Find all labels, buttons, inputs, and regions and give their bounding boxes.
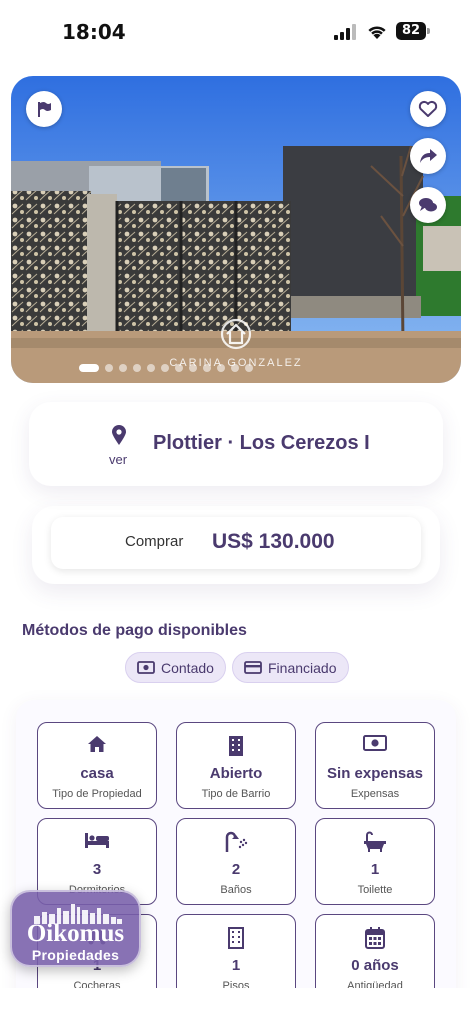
location-title: Plottier · Los Cerezos I xyxy=(153,432,370,454)
feature-value: Sin expensas xyxy=(327,765,423,782)
feature-value: 2 xyxy=(231,861,241,878)
carousel-dot[interactable] xyxy=(245,364,253,372)
price-section: Comprar US$ 130.000 xyxy=(32,506,440,584)
status-bar: 18:04 82 xyxy=(0,0,472,64)
carousel-dot[interactable] xyxy=(133,364,141,372)
cellular-signal-icon xyxy=(334,24,356,40)
house-icon xyxy=(88,736,106,752)
share-button[interactable] xyxy=(410,138,446,174)
features-panel: casa Tipo de Propiedad Abierto Tipo de B… xyxy=(16,700,456,1024)
payment-methods-title: Métodos de pago disponibles xyxy=(22,622,247,639)
carousel-dot[interactable] xyxy=(175,364,183,372)
chat-bubbles-icon xyxy=(419,198,437,212)
operation-type: Comprar xyxy=(125,533,184,550)
feature-value: 1 xyxy=(231,957,241,974)
carousel-dot[interactable] xyxy=(147,364,155,372)
feature-label: Toilette xyxy=(357,884,393,896)
bottom-safe-area xyxy=(0,988,472,1024)
credit-card-icon xyxy=(244,661,262,674)
brand-subtitle: Propiedades xyxy=(31,947,120,963)
feature-expensas: Sin expensas Expensas xyxy=(315,722,435,809)
feature-label: Expensas xyxy=(350,788,400,800)
photo-watermark: CARINA GONZALEZ xyxy=(11,316,461,369)
brand-name: Oikomus xyxy=(26,920,125,947)
wifi-icon xyxy=(368,26,386,39)
favorite-button[interactable] xyxy=(410,91,446,127)
carousel-indicator[interactable] xyxy=(79,364,253,372)
report-flag-button[interactable] xyxy=(26,91,62,127)
feature-label: Tipo de Propiedad xyxy=(52,788,142,800)
heart-icon xyxy=(418,101,438,117)
map-link-label[interactable]: ver xyxy=(109,452,127,467)
location-card: ver Plottier · Los Cerezos I xyxy=(29,402,443,486)
price-amount: US$ 130.000 xyxy=(212,530,335,553)
battery-level: 82 xyxy=(396,22,426,40)
feature-label: Baños xyxy=(220,884,252,896)
property-photo-carousel[interactable]: CARINA GONZALEZ xyxy=(11,76,461,383)
feature-value: Abierto xyxy=(209,765,263,782)
money-bill-icon xyxy=(363,735,387,751)
shower-icon xyxy=(225,831,248,852)
feature-value: casa xyxy=(80,765,114,782)
carousel-dot[interactable] xyxy=(189,364,197,372)
map-pin-icon xyxy=(112,425,126,445)
feature-banos: 2 Baños xyxy=(176,818,296,905)
price-card: Comprar US$ 130.000 xyxy=(51,517,421,569)
feature-tipo-barrio: Abierto Tipo de Barrio xyxy=(176,722,296,809)
calendar-icon xyxy=(365,927,385,949)
house-logo-icon xyxy=(220,318,252,350)
share-arrow-icon xyxy=(420,149,437,163)
building-icon xyxy=(228,927,244,949)
feature-label: Tipo de Barrio xyxy=(201,788,271,800)
battery-tip xyxy=(427,28,430,34)
feature-value: 1 xyxy=(370,861,380,878)
flag-icon xyxy=(38,102,51,117)
feature-value: 0 años xyxy=(351,957,399,974)
brand-badge[interactable]: Oikomus Propiedades xyxy=(10,890,141,967)
battery-indicator: 82 xyxy=(396,22,430,40)
payment-chip-label: Financiado xyxy=(268,659,337,676)
building-icon xyxy=(229,736,243,756)
status-time: 18:04 xyxy=(62,20,126,44)
carousel-dot[interactable] xyxy=(231,364,239,372)
carousel-dot[interactable] xyxy=(217,364,225,372)
payment-chip-label: Contado xyxy=(161,659,214,676)
carousel-dot[interactable] xyxy=(203,364,211,372)
cash-icon xyxy=(137,661,155,674)
feature-toilette: 1 Toilette xyxy=(315,818,435,905)
bathtub-icon xyxy=(364,831,386,852)
payment-chip-financiado: Financiado xyxy=(232,652,349,683)
payment-chip-contado: Contado xyxy=(125,652,226,683)
chat-button[interactable] xyxy=(410,187,446,223)
bed-icon xyxy=(85,833,109,848)
carousel-dot[interactable] xyxy=(79,364,99,372)
feature-value: 3 xyxy=(92,861,102,878)
feature-tipo-propiedad: casa Tipo de Propiedad xyxy=(37,722,157,809)
carousel-dot[interactable] xyxy=(119,364,127,372)
carousel-dot[interactable] xyxy=(105,364,113,372)
carousel-dot[interactable] xyxy=(161,364,169,372)
